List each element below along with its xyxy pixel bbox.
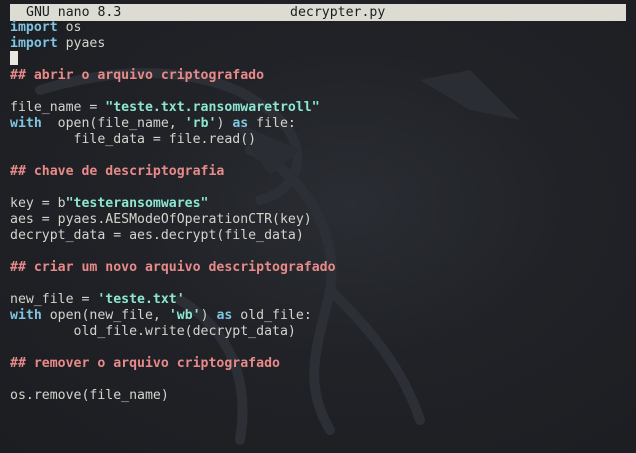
- code-text: new_file =: [10, 292, 98, 307]
- code-line[interactable]: import os: [10, 20, 630, 36]
- code-text: open(file_name,: [41, 116, 185, 131]
- terminal-window: GNU nano 8.3 decrypter.py import os impo…: [0, 0, 636, 453]
- code-line[interactable]: [10, 340, 630, 356]
- code-text: file_data = file.read(): [10, 132, 257, 147]
- code-line[interactable]: aes = pyaes.AESModeOfOperationCTR(key): [10, 212, 630, 228]
- string-literal: 'teste.txt': [97, 292, 185, 307]
- code-line[interactable]: [10, 148, 630, 164]
- code-text: key = b: [10, 196, 66, 211]
- keyword: as: [216, 308, 233, 323]
- code-line[interactable]: import pyaes: [10, 36, 630, 52]
- code-text: open(new_file,: [41, 308, 169, 323]
- string-literal: "teste.txt.ransomwaretroll": [105, 100, 320, 115]
- code-editor[interactable]: import os import pyaes ## abrir o arquiv…: [10, 20, 630, 404]
- code-text: os: [57, 20, 82, 35]
- code-line[interactable]: ## chave de descriptografia: [10, 164, 630, 180]
- string-literal: 'wb': [168, 308, 201, 323]
- code-text: pyaes: [57, 36, 106, 51]
- code-text: old_file.write(decrypt_data): [10, 324, 296, 339]
- code-line[interactable]: os.remove(file_name): [10, 388, 630, 404]
- comment: ## abrir o arquivo criptografado: [10, 68, 265, 83]
- string-literal: 'rb': [184, 116, 217, 131]
- code-line[interactable]: with open(file_name, 'rb') as file:: [10, 116, 630, 132]
- code-line[interactable]: [10, 51, 630, 68]
- keyword: with: [10, 308, 42, 323]
- code-line[interactable]: new_file = 'teste.txt': [10, 292, 630, 308]
- code-line[interactable]: old_file.write(decrypt_data): [10, 324, 630, 340]
- keyword: import: [10, 36, 58, 51]
- code-text: file_name =: [10, 100, 106, 115]
- nano-title-bar: GNU nano 8.3 decrypter.py: [10, 4, 626, 21]
- code-text: ): [200, 308, 217, 323]
- comment: ## remover o arquivo criptografado: [10, 356, 280, 371]
- code-line[interactable]: [10, 244, 630, 260]
- comment: ## chave de descriptografia: [10, 164, 225, 179]
- code-text: ): [216, 116, 233, 131]
- code-text: decrypt_data = aes.decrypt(file_data): [10, 228, 304, 243]
- code-line[interactable]: [10, 372, 630, 388]
- code-line[interactable]: ## remover o arquivo criptografado: [10, 356, 630, 372]
- filename-label: decrypter.py: [290, 5, 386, 20]
- code-text: aes = pyaes.AESModeOfOperationCTR(key): [10, 212, 312, 227]
- code-line[interactable]: ## criar um novo arquivo descriptografad…: [10, 260, 630, 276]
- keyword: import: [10, 20, 58, 35]
- app-version-label: GNU nano 8.3: [26, 5, 122, 20]
- code-line[interactable]: [10, 84, 630, 100]
- code-line[interactable]: ## abrir o arquivo criptografado: [10, 68, 630, 84]
- code-line[interactable]: with open(new_file, 'wb') as old_file:: [10, 308, 630, 324]
- keyword: as: [232, 116, 249, 131]
- code-line[interactable]: key = b"testeransomwares": [10, 196, 630, 212]
- string-literal: "testeransomwares": [65, 196, 209, 211]
- code-line[interactable]: decrypt_data = aes.decrypt(file_data): [10, 228, 630, 244]
- code-line[interactable]: [10, 276, 630, 292]
- code-text: file:: [248, 116, 296, 131]
- code-line[interactable]: file_data = file.read(): [10, 132, 630, 148]
- text-cursor: [10, 51, 18, 65]
- code-line[interactable]: [10, 180, 630, 196]
- code-line[interactable]: file_name = "teste.txt.ransomwaretroll": [10, 100, 630, 116]
- code-text: os.remove(file_name): [10, 388, 169, 403]
- comment: ## criar um novo arquivo descriptografad…: [10, 260, 336, 275]
- code-text: old_file:: [232, 308, 312, 323]
- keyword: with: [10, 116, 42, 131]
